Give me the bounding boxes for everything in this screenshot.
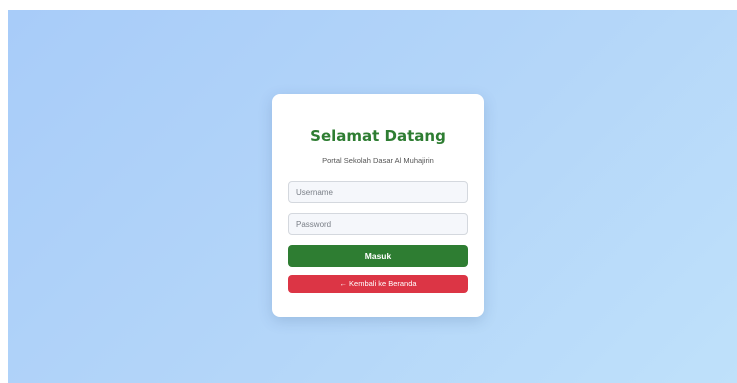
page-subtitle: Portal Sekolah Dasar Al Muhajirin (322, 156, 434, 165)
page-title: Selamat Datang (310, 127, 446, 145)
back-to-home-button[interactable]: ← Kembali ke Beranda (288, 275, 468, 293)
login-form: Masuk ← Kembali ke Beranda (288, 181, 468, 293)
password-input[interactable] (288, 213, 468, 235)
login-button[interactable]: Masuk (288, 245, 468, 267)
login-card: Selamat Datang Portal Sekolah Dasar Al M… (272, 94, 484, 317)
page-background: Selamat Datang Portal Sekolah Dasar Al M… (8, 10, 737, 383)
username-input[interactable] (288, 181, 468, 203)
